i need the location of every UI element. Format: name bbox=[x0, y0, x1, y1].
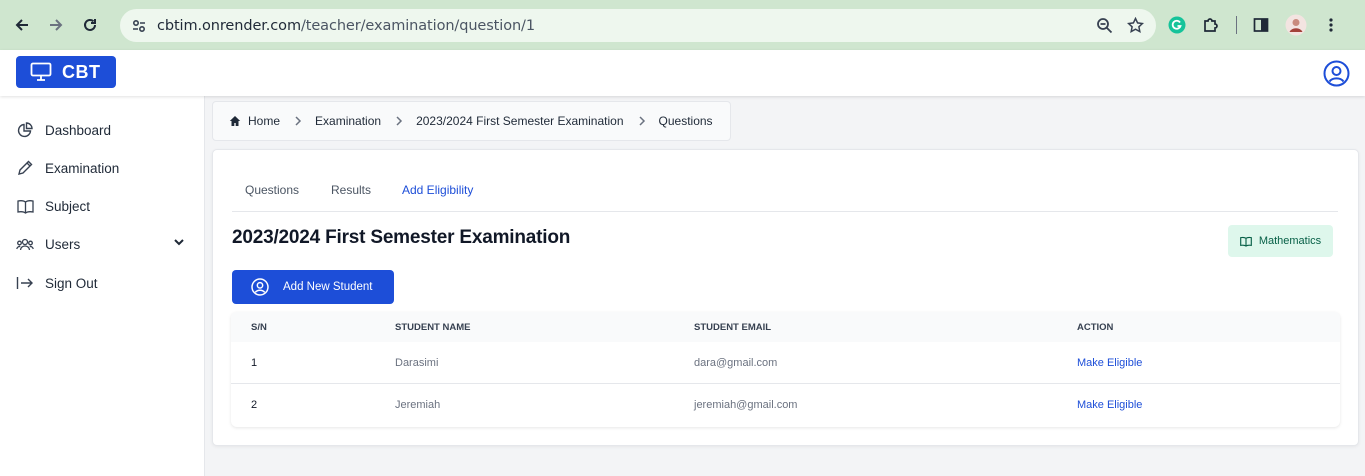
user-profile-button[interactable] bbox=[1323, 60, 1350, 87]
sidebar-item-label: Users bbox=[45, 236, 81, 252]
toolbar-separator bbox=[1236, 16, 1237, 34]
students-table: S/N STUDENT NAME STUDENT EMAIL ACTION 1 … bbox=[231, 312, 1340, 427]
sidebar-item-subject[interactable]: Subject bbox=[16, 193, 191, 219]
add-new-student-label: Add New Student bbox=[283, 281, 373, 293]
sidebar-item-label: Dashboard bbox=[45, 122, 112, 138]
user-circle-icon bbox=[251, 278, 269, 296]
breadcrumb: Home Examination 2023/2024 First Semeste… bbox=[212, 101, 731, 141]
sidebar-item-dashboard[interactable]: Dashboard bbox=[16, 117, 191, 143]
subject-label: Mathematics bbox=[1258, 235, 1322, 247]
add-new-student-button[interactable]: Add New Student bbox=[232, 270, 394, 304]
site-info-icon[interactable] bbox=[124, 11, 154, 41]
grammarly-icon[interactable] bbox=[1168, 16, 1186, 34]
chart-pie-icon bbox=[16, 121, 34, 139]
breadcrumb-exam[interactable]: 2023/2024 First Semester Examination bbox=[416, 114, 623, 128]
column-header-action: ACTION bbox=[1077, 322, 1114, 333]
cbt-logo[interactable]: CBT bbox=[16, 56, 116, 88]
monitor-icon bbox=[30, 62, 52, 82]
arrow-left-icon bbox=[15, 19, 28, 31]
breadcrumb-home-label: Home bbox=[248, 114, 281, 128]
users-icon bbox=[16, 235, 34, 253]
arrow-right-icon bbox=[50, 19, 63, 31]
sign-out-icon bbox=[16, 274, 34, 292]
column-header-student-email: STUDENT EMAIL bbox=[694, 322, 772, 333]
cell-student-email: dara@gmail.com bbox=[694, 357, 778, 369]
table-header: S/N STUDENT NAME STUDENT EMAIL ACTION bbox=[231, 312, 1340, 342]
sidebar-item-label: Sign Out bbox=[45, 275, 98, 291]
cell-sn: 1 bbox=[251, 357, 258, 369]
bookmark-star-icon[interactable] bbox=[1127, 17, 1144, 34]
sidebar-item-label: Examination bbox=[45, 160, 120, 176]
tab-add-eligibility[interactable]: Add Eligibility bbox=[402, 183, 473, 197]
browser-profile-avatar[interactable] bbox=[1285, 14, 1307, 36]
extensions-area bbox=[1168, 0, 1339, 50]
breadcrumb-examination[interactable]: Examination bbox=[315, 114, 381, 128]
url-text: cbtim.onrender.com/teacher/examination/q… bbox=[157, 18, 535, 34]
column-header-student-name: STUDENT NAME bbox=[395, 322, 471, 333]
browser-menu-icon[interactable] bbox=[1323, 17, 1339, 33]
tab-bar: Questions Results Add Eligibility bbox=[232, 150, 1338, 212]
logo-text: CBT bbox=[62, 61, 101, 82]
subject-badge: Mathematics bbox=[1228, 225, 1333, 257]
user-circle-icon bbox=[1323, 60, 1350, 87]
table-row: 1 Darasimi dara@gmail.com Make Eligible bbox=[231, 342, 1340, 384]
sidebar-item-users[interactable]: Users bbox=[16, 231, 191, 257]
browser-toolbar: cbtim.onrender.com/teacher/examination/q… bbox=[0, 0, 1365, 50]
tab-results[interactable]: Results bbox=[331, 183, 371, 197]
column-header-sn: S/N bbox=[251, 322, 267, 333]
reload-icon bbox=[84, 18, 96, 31]
pencil-icon bbox=[16, 159, 34, 177]
chevron-right-icon bbox=[293, 115, 303, 127]
table-row: 2 Jeremiah jeremiah@gmail.com Make Eligi… bbox=[231, 384, 1340, 426]
url-host: cbtim.onrender.com bbox=[157, 17, 301, 34]
make-eligible-link[interactable]: Make Eligible bbox=[1077, 399, 1142, 411]
app-header: CBT bbox=[0, 50, 1365, 96]
book-open-icon bbox=[1239, 236, 1252, 247]
home-icon bbox=[229, 116, 241, 126]
main-card: Questions Results Add Eligibility 2023/2… bbox=[212, 149, 1359, 446]
tab-questions[interactable]: Questions bbox=[245, 183, 299, 197]
chevron-right-icon bbox=[394, 115, 404, 127]
chevron-right-icon bbox=[637, 115, 647, 127]
chevron-down-icon[interactable] bbox=[173, 236, 185, 251]
url-path: /teacher/examination/question/1 bbox=[300, 17, 535, 34]
breadcrumb-current: Questions bbox=[658, 114, 713, 128]
book-open-icon bbox=[16, 197, 34, 215]
cell-sn: 2 bbox=[251, 399, 258, 411]
forward-button[interactable] bbox=[39, 8, 73, 42]
cell-student-email: jeremiah@gmail.com bbox=[694, 399, 798, 411]
sidebar-item-sign-out[interactable]: Sign Out bbox=[16, 270, 191, 296]
page-title: 2023/2024 First Semester Examination bbox=[232, 227, 571, 248]
make-eligible-link[interactable]: Make Eligible bbox=[1077, 357, 1142, 369]
breadcrumb-home[interactable]: Home bbox=[229, 114, 280, 128]
address-bar[interactable]: cbtim.onrender.com/teacher/examination/q… bbox=[120, 9, 1156, 42]
side-panel-icon[interactable] bbox=[1253, 17, 1269, 33]
reload-button[interactable] bbox=[73, 8, 107, 42]
cell-student-name: Darasimi bbox=[395, 357, 439, 369]
sidebar-item-examination[interactable]: Examination bbox=[16, 155, 191, 181]
sidebar-item-label: Subject bbox=[45, 198, 91, 214]
back-button[interactable] bbox=[5, 8, 39, 42]
extensions-puzzle-icon[interactable] bbox=[1202, 16, 1220, 34]
cell-student-name: Jeremiah bbox=[395, 399, 441, 411]
zoom-icon[interactable] bbox=[1096, 17, 1113, 34]
sidebar: Dashboard Examination Subject Users Sign… bbox=[0, 96, 205, 476]
